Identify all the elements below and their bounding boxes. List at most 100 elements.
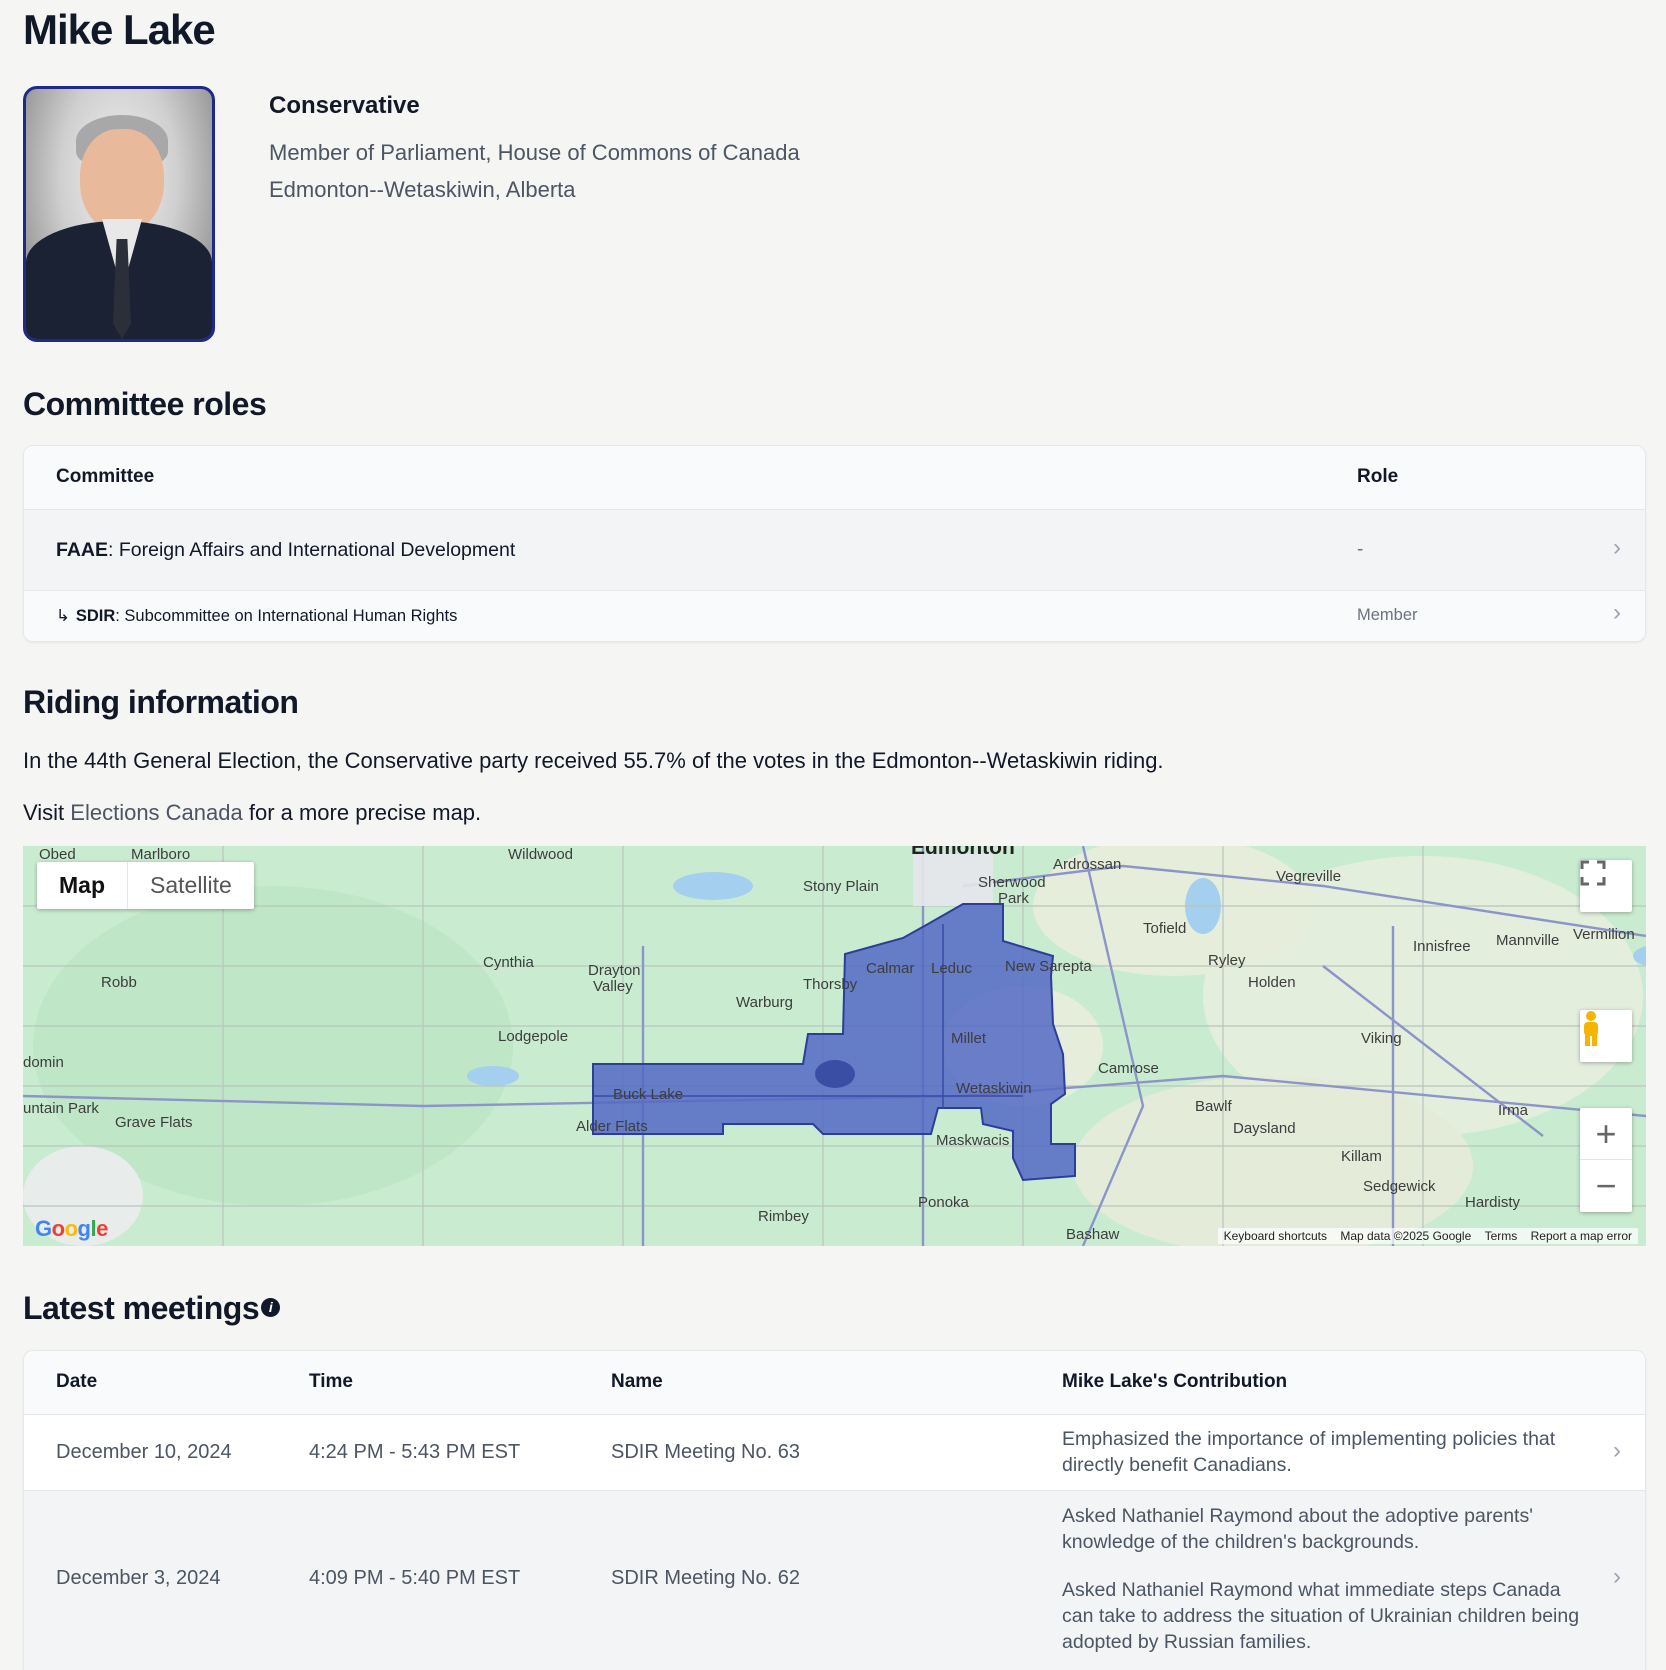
chevron-right-icon: › [1613,534,1621,561]
map-label: domin [23,1054,64,1071]
map-label: Irma [1498,1102,1528,1119]
meeting-date: December 10, 2024 [56,1441,232,1463]
terms-link[interactable]: Terms [1485,1229,1518,1243]
table-row[interactable]: FAAE: Foreign Affairs and International … [24,510,1645,591]
pegman-icon[interactable] [1580,1010,1632,1062]
table-row[interactable]: December 10, 2024 4:24 PM - 5:43 PM EST … [24,1415,1645,1491]
party-name: Conservative [269,92,420,119]
map-label: Daysland [1233,1120,1296,1137]
subcommittee-arrow-icon: ↳ [56,607,70,625]
meeting-name: SDIR Meeting No. 62 [611,1567,800,1589]
map-label: Vegreville [1276,868,1342,885]
riding-map[interactable]: Obed Marlboro Wildwood Edmonton Ardrossa… [23,846,1646,1246]
map-label: Sherwood [978,874,1046,891]
meeting-time: 4:09 PM - 5:40 PM EST [309,1567,521,1589]
latest-meetings-heading: Latest meetings i [23,1290,281,1327]
map-tab-map[interactable]: Map [37,862,127,909]
map-label: Ryley [1208,952,1246,969]
map-label: Park [998,890,1029,907]
map-label: Holden [1248,974,1296,991]
map-label: Wetaskiwin [956,1080,1032,1097]
map-label: Stony Plain [803,878,879,895]
col-contribution: Mike Lake's Contribution [1062,1371,1288,1392]
table-row[interactable]: ↳ SDIR: Subcommittee on International Hum… [24,591,1645,641]
map-label: Robb [101,974,137,991]
report-map-error-link[interactable]: Report a map error [1531,1229,1632,1243]
map-label: Tofield [1143,920,1187,937]
meeting-date: December 3, 2024 [56,1567,221,1589]
meetings-table: Date Time Name Mike Lake's Contribution … [23,1350,1646,1670]
map-label: Viking [1361,1030,1402,1047]
map-label: Maskwacis [936,1132,1010,1149]
member-info: Conservative Member of Parliament, House… [269,92,800,208]
map-label: Sedgewick [1363,1178,1436,1195]
map-label: Calmar [866,960,915,977]
committee-table-header: Committee Role [24,446,1645,510]
map-label: Vermilion [1573,926,1635,943]
meeting-name: SDIR Meeting No. 63 [611,1441,800,1463]
chevron-right-icon: › [1613,1437,1621,1464]
map-label: Grave Flats [115,1114,193,1131]
map-label: Killam [1341,1148,1382,1165]
zoom-control: + − [1580,1108,1632,1212]
riding-info-heading: Riding information [23,684,299,720]
map-label: Ardrossan [1053,856,1122,873]
map-label: Drayton [588,962,641,979]
subcommittee-name: ↳ SDIR: Subcommittee on International Hum… [56,607,458,625]
map-label: Cynthia [483,954,534,971]
map-label: Edmonton [911,846,1015,859]
map-label: Thorsby [803,976,858,993]
meeting-contribution: Emphasized the importance of implementin… [1062,1428,1556,1476]
riding-visit-text: Visit Elections Canada for a more precis… [23,800,482,825]
chevron-right-icon: › [1613,599,1621,626]
map-label: Warburg [736,994,793,1011]
map-label: Ponoka [918,1194,969,1211]
committee-role: - [1357,539,1364,560]
col-committee: Committee [56,466,155,487]
map-label: Mannville [1496,932,1560,949]
map-label: Bawlf [1195,1098,1232,1115]
meeting-contribution: Asked Nathaniel Raymond about the adopti… [1062,1505,1580,1653]
map-label: Marlboro [131,846,191,863]
fullscreen-icon[interactable] [1580,860,1632,912]
member-riding: Edmonton--Wetaskiwin, Alberta [269,177,576,202]
map-type-control: Map Satellite [37,862,254,909]
meeting-time: 4:24 PM - 5:43 PM EST [309,1441,521,1463]
col-date: Date [56,1371,98,1392]
map-label: Leduc [931,960,972,977]
subcommittee-role: Member [1357,606,1418,624]
col-time: Time [309,1371,354,1392]
member-portrait [23,86,215,342]
map-label: Bashaw [1066,1226,1120,1243]
committee-roles-table: Committee Role FAAE: Foreign Affairs and… [23,445,1646,642]
col-name: Name [611,1371,663,1392]
map-label: Camrose [1098,1060,1159,1077]
meetings-table-header: Date Time Name Mike Lake's Contribution [24,1351,1645,1415]
committee-roles-heading: Committee roles [23,386,267,422]
map-tab-satellite[interactable]: Satellite [127,862,254,909]
minus-icon[interactable]: − [1580,1160,1632,1212]
chevron-right-icon: › [1613,1563,1621,1590]
map-data-text: Map data ©2025 Google [1340,1229,1472,1243]
info-icon[interactable]: i [261,1298,281,1318]
member-position: Member of Parliament, House of Commons o… [269,140,800,165]
map-label: Buck Lake [613,1086,684,1103]
table-row[interactable]: December 3, 2024 4:09 PM - 5:40 PM EST S… [24,1491,1645,1670]
map-label: New Sarepta [1005,958,1092,975]
map-label: Lodgepole [498,1028,569,1045]
committee-name: FAAE: Foreign Affairs and International … [56,539,516,561]
map-label: Millet [951,1030,987,1047]
map-label: Rimbey [758,1208,809,1225]
map-label: Obed [39,846,76,863]
map-label: Hardisty [1465,1194,1521,1211]
google-logo: Google [35,1216,108,1241]
col-role: Role [1357,466,1399,487]
map-label: untain Park [23,1100,99,1117]
keyboard-shortcuts-link[interactable]: Keyboard shortcuts [1224,1229,1327,1243]
plus-icon[interactable]: + [1580,1108,1632,1160]
map-label: Wildwood [508,846,574,863]
page-title: Mike Lake [23,6,216,53]
map-footer: Keyboard shortcuts Map data ©2025 Google… [1217,1228,1638,1244]
elections-canada-link[interactable]: Elections Canada [70,800,242,825]
map-label: Alder Flats [576,1118,648,1135]
